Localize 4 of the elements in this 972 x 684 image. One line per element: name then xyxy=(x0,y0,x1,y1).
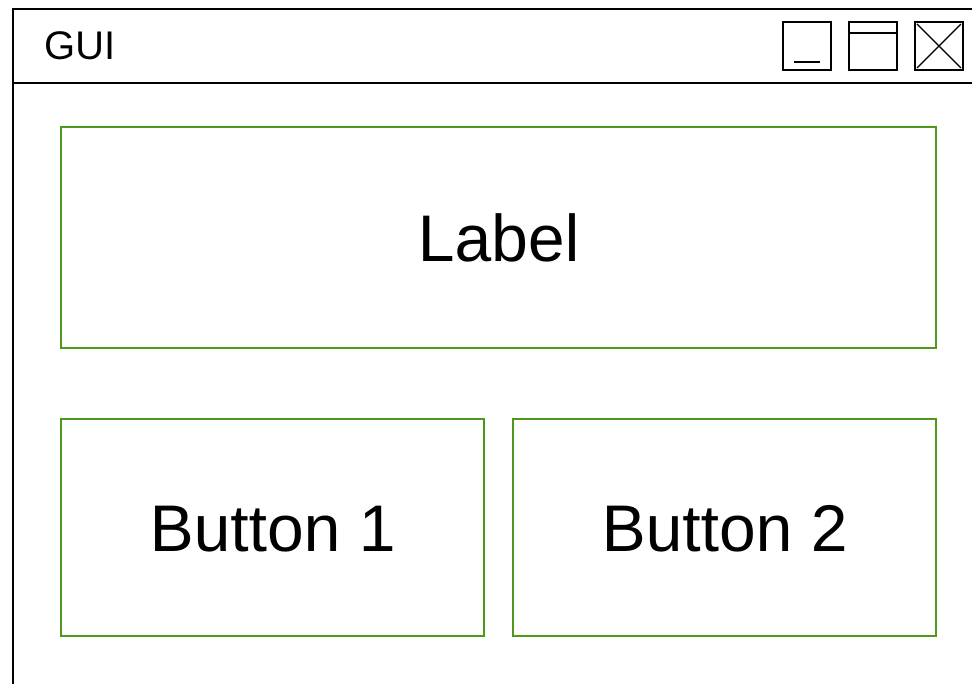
label-box: Label xyxy=(60,126,937,349)
gui-button[interactable]: Button 2 xyxy=(512,418,937,637)
window-title: GUI xyxy=(44,24,116,68)
gui-button[interactable]: Button 1 xyxy=(60,418,485,637)
